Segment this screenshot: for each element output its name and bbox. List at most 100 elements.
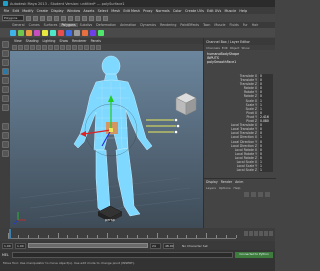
shelf-tab-toon[interactable]: Toon: [201, 23, 212, 27]
playhead[interactable]: [9, 229, 11, 239]
shelf-tool-icon[interactable]: [18, 29, 24, 36]
input-node[interactable]: polySmoothFace1: [207, 60, 273, 64]
layer-tab-display[interactable]: Display: [206, 180, 218, 184]
four-pane-layout-icon[interactable]: [1, 132, 9, 139]
menu-mesh[interactable]: Mesh: [110, 9, 122, 13]
shelf-tab-surfaces[interactable]: Surfaces: [42, 23, 60, 27]
range-end-field[interactable]: 24: [150, 242, 161, 249]
outliner-layout-icon[interactable]: [1, 150, 9, 157]
last-tool-icon[interactable]: [1, 104, 9, 111]
character-set-label[interactable]: No Character Set: [182, 244, 208, 248]
select-component-icon[interactable]: [61, 15, 66, 21]
menu-display[interactable]: Display: [50, 9, 66, 13]
go-start-icon[interactable]: [244, 231, 248, 236]
shelf-tab-fur[interactable]: Fur: [241, 23, 250, 27]
layer-down-icon[interactable]: [265, 192, 270, 197]
select-hierarchy-icon[interactable]: [47, 15, 52, 21]
channel-box-menu-channels[interactable]: Channels: [206, 46, 220, 50]
lasso-tool-icon[interactable]: [1, 50, 9, 57]
shelf-tab-rendering[interactable]: Rendering: [158, 23, 178, 27]
range-slider-bar[interactable]: [28, 243, 148, 248]
script-language-toggle[interactable]: MEL: [2, 253, 10, 257]
shelf-tab-animation[interactable]: Animation: [118, 23, 138, 27]
shelf-tab-fluids[interactable]: Fluids: [227, 23, 240, 27]
play-back-icon[interactable]: [254, 231, 258, 236]
shelf-tab-polygons[interactable]: Polygons: [59, 23, 78, 27]
menu-muscle[interactable]: Muscle: [223, 9, 238, 13]
render-settings-icon[interactable]: [103, 15, 108, 21]
shelf-tool-icon[interactable]: [10, 29, 16, 36]
menu-edit-mesh[interactable]: Edit Mesh: [122, 9, 142, 13]
ipr-render-icon[interactable]: [96, 15, 101, 21]
menu-create-uvs[interactable]: Create UVs: [183, 9, 205, 13]
menu-help[interactable]: Help: [238, 9, 249, 13]
menu-create[interactable]: Create: [35, 9, 49, 13]
side-by-side-layout-icon[interactable]: [1, 141, 9, 148]
start-time-field[interactable]: 1.00: [2, 242, 13, 249]
shelf-tool-icon[interactable]: [50, 29, 56, 36]
range-start-field[interactable]: 1.00: [15, 242, 26, 249]
channel-box-menu-edit[interactable]: Edit: [222, 46, 228, 50]
shelf-tab-subdivs[interactable]: Subdivs: [78, 23, 95, 27]
new-layer-selected-icon[interactable]: [251, 192, 256, 197]
shelf-tool-icon[interactable]: [42, 29, 48, 36]
time-slider[interactable]: [0, 228, 275, 241]
shelf-tab-deformation[interactable]: Deformation: [94, 23, 118, 27]
new-scene-icon[interactable]: [26, 15, 31, 21]
step-forward-icon[interactable]: [264, 231, 268, 236]
view-cube-icon[interactable]: [175, 92, 197, 116]
layer-menu-options[interactable]: Options: [219, 186, 231, 190]
snap-point-icon[interactable]: [82, 15, 87, 21]
menu-modify[interactable]: Modify: [21, 9, 35, 13]
rotate-tool-icon[interactable]: [1, 77, 9, 84]
open-scene-icon[interactable]: [33, 15, 38, 21]
soft-select-handles[interactable]: [146, 118, 180, 134]
command-input[interactable]: [12, 251, 233, 258]
save-scene-icon[interactable]: [40, 15, 45, 21]
snap-curve-icon[interactable]: [75, 15, 80, 21]
scale-tool-icon[interactable]: [1, 86, 9, 93]
layer-menu-layers[interactable]: Layers: [206, 186, 216, 190]
shelf-tab-painteffects[interactable]: PaintEffects: [178, 23, 201, 27]
shelf-tab-dynamics[interactable]: Dynamics: [138, 23, 158, 27]
snap-grid-icon[interactable]: [68, 15, 73, 21]
end-time-field[interactable]: 48.00: [163, 242, 174, 249]
channel-value[interactable]: 1: [259, 168, 273, 173]
menu-file[interactable]: File: [2, 9, 11, 13]
paint-select-icon[interactable]: [1, 59, 9, 66]
channel-box-menu-object[interactable]: Object: [230, 46, 240, 50]
single-pane-layout-icon[interactable]: [1, 123, 9, 130]
select-tool-icon[interactable]: [1, 41, 9, 48]
render-icon[interactable]: [89, 15, 94, 21]
menu-proxy[interactable]: Proxy: [142, 9, 154, 13]
shelf-tab-hair[interactable]: Hair: [250, 23, 261, 27]
menu-edit[interactable]: Edit: [11, 9, 21, 13]
menu-normals[interactable]: Normals: [154, 9, 171, 13]
select-object-icon[interactable]: [54, 15, 59, 21]
shelf-tool-icon[interactable]: [90, 29, 96, 36]
new-layer-icon[interactable]: [244, 192, 249, 197]
shelf-tab-curves[interactable]: Curves: [27, 23, 42, 27]
menu-set-dropdown[interactable]: Polygons: [2, 15, 24, 21]
viewport-panel[interactable]: View Shading Lighting Show Renderer Panels: [10, 38, 203, 228]
universal-manip-icon[interactable]: [1, 95, 9, 102]
move-tool-icon[interactable]: [1, 68, 9, 75]
channel-row[interactable]: Local Scale Z1: [207, 168, 273, 173]
menu-window[interactable]: Window: [65, 9, 82, 13]
layer-tab-anim[interactable]: Anim: [235, 180, 243, 184]
channel-box-menu-show[interactable]: Show: [241, 46, 249, 50]
shelf-tool-icon[interactable]: [26, 29, 32, 36]
menu-select[interactable]: Select: [96, 9, 110, 13]
shelf-tool-icon[interactable]: [34, 29, 40, 36]
shelf-tab-muscle[interactable]: Muscle: [212, 23, 227, 27]
shelf-tool-icon[interactable]: [98, 29, 104, 36]
menu-edit-uvs[interactable]: Edit UVs: [205, 9, 222, 13]
menu-color[interactable]: Color: [171, 9, 183, 13]
layer-menu-help[interactable]: Help: [234, 186, 241, 190]
shelf-tool-icon[interactable]: [58, 29, 64, 36]
step-back-icon[interactable]: [249, 231, 253, 236]
channel-box-tab[interactable]: Channel Box / Layer Editor: [206, 40, 250, 44]
layer-up-icon[interactable]: [258, 192, 263, 197]
shelf-tab-general[interactable]: General: [10, 23, 27, 27]
go-end-icon[interactable]: [269, 231, 273, 236]
